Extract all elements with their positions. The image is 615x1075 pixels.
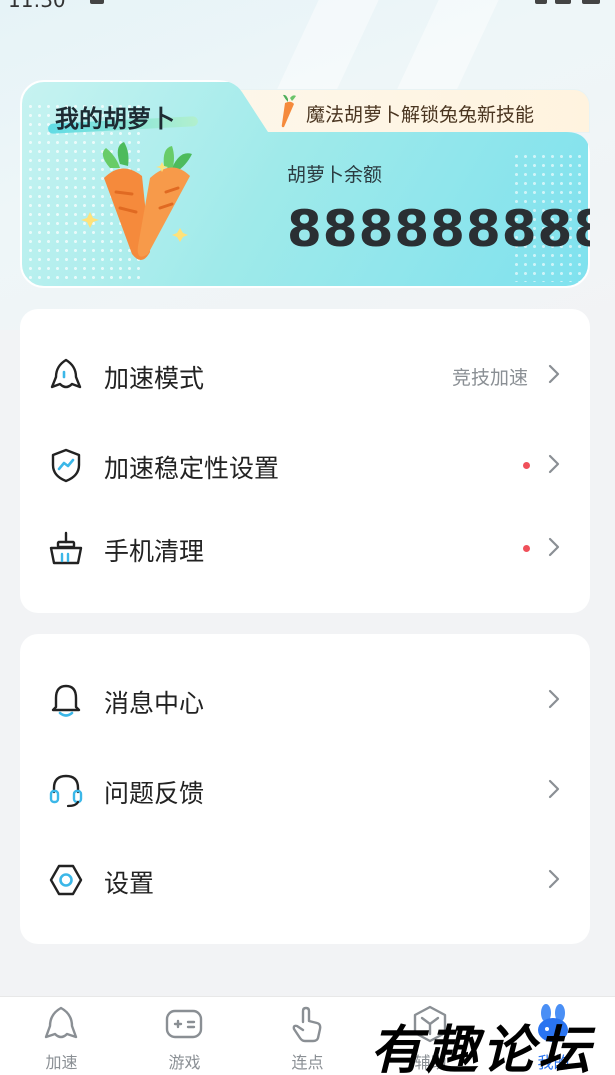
- chevron-right-icon: [548, 454, 560, 474]
- watermark: 有趣论坛: [370, 1020, 595, 1075]
- chevron-right-icon: [548, 689, 560, 709]
- tap-icon: [292, 1006, 322, 1043]
- chevron-right-icon: [548, 537, 560, 557]
- status-time: 11:30: [8, 0, 66, 12]
- nav-tab-label: 连点: [291, 1053, 324, 1072]
- menu-item-label: 问题反馈: [104, 779, 205, 808]
- promo-text: 魔法胡萝卜解锁兔兔新技能: [306, 104, 535, 126]
- menu-item-phone-cleanup[interactable]: 手机清理: [20, 517, 590, 577]
- shield-icon: [51, 448, 81, 483]
- signal-icon: [555, 0, 571, 4]
- menu-item-label: 手机清理: [104, 537, 205, 566]
- carrots-illustration-icon: [80, 142, 208, 267]
- notification-dot: [523, 545, 530, 552]
- acceleration-settings-card: 加速模式 竞技加速 加速稳定性设置 手机清理: [20, 309, 590, 613]
- nav-tab-accelerate[interactable]: 加速: [0, 997, 123, 1075]
- menu-item-value: 竞技加速: [451, 367, 528, 389]
- card-title: 我的胡萝卜: [55, 105, 175, 133]
- carrot-card[interactable]: 魔法胡萝卜解锁兔兔新技能 我的胡萝卜 胡萝卜余额 888888888: [20, 80, 590, 288]
- rocket-icon: [44, 1006, 78, 1039]
- battery-icon: [582, 0, 600, 4]
- menu-item-stability-settings[interactable]: 加速稳定性设置: [20, 434, 590, 494]
- promo-tab[interactable]: 魔法胡萝卜解锁兔兔新技能: [210, 89, 590, 133]
- menu-item-message-center[interactable]: 消息中心: [20, 669, 590, 729]
- carrot-icon: [281, 94, 296, 128]
- bell-icon: [51, 684, 81, 717]
- settings-icon: [49, 864, 83, 896]
- gamepad-icon: [165, 1009, 203, 1039]
- rocket-icon: [50, 358, 82, 389]
- menu-item-label: 消息中心: [104, 689, 205, 718]
- wifi-icon: [535, 0, 547, 4]
- chevron-right-icon: [548, 364, 560, 384]
- notification-dot: [523, 462, 530, 469]
- general-settings-card: 消息中心 问题反馈 设置: [20, 634, 590, 944]
- brush-icon: [49, 531, 83, 565]
- nav-tab-label: 游戏: [168, 1053, 201, 1072]
- nav-tab-games[interactable]: 游戏: [123, 997, 246, 1075]
- nav-tab-auto-click[interactable]: 连点: [246, 997, 369, 1075]
- chevron-right-icon: [548, 779, 560, 799]
- chevron-right-icon: [548, 869, 560, 889]
- menu-item-label: 加速模式: [104, 364, 205, 393]
- balance-label: 胡萝卜余额: [287, 164, 383, 186]
- chevron-right-icon[interactable]: [536, 212, 566, 242]
- status-bar: 11:30: [0, 0, 615, 12]
- menu-item-feedback[interactable]: 问题反馈: [20, 759, 590, 819]
- battery-saver-icon: [90, 0, 104, 4]
- headset-icon: [49, 774, 83, 808]
- menu-item-settings[interactable]: 设置: [20, 849, 590, 909]
- menu-item-label: 设置: [104, 869, 155, 898]
- nav-tab-label: 加速: [45, 1053, 78, 1072]
- menu-item-label: 加速稳定性设置: [104, 454, 280, 483]
- menu-item-acceleration-mode[interactable]: 加速模式 竞技加速: [20, 344, 590, 404]
